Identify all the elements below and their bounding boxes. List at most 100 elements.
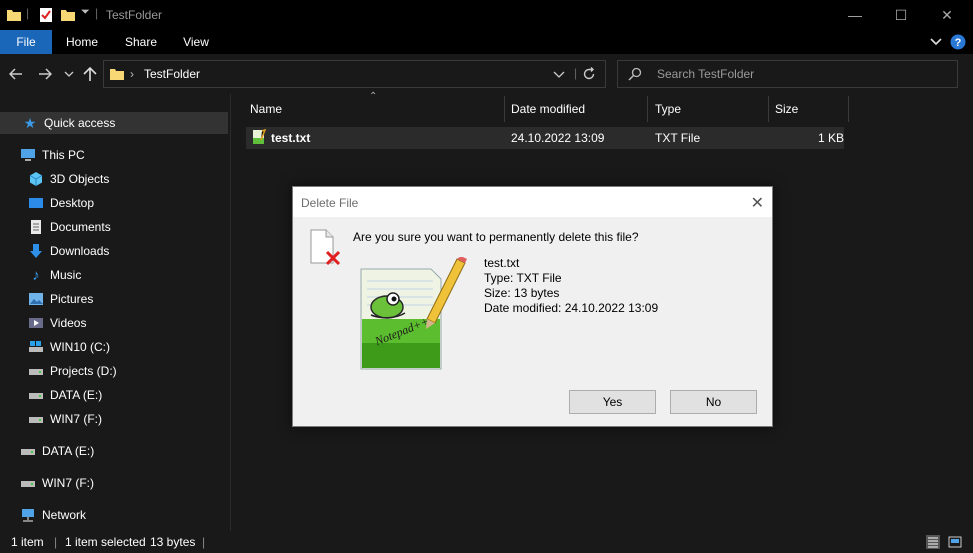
address-dropdown-icon[interactable] xyxy=(553,71,565,79)
sidebar-item-desktop[interactable]: Desktop xyxy=(28,192,94,214)
sidebar-item-quick-access[interactable]: ★ Quick access xyxy=(22,112,116,134)
sidebar-item-downloads[interactable]: Downloads xyxy=(28,240,109,262)
explorer-window: | ⏷ | TestFolder — ☐ ✕ File Home Share V… xyxy=(0,0,973,553)
sidebar-item-label: Videos xyxy=(50,316,87,330)
sidebar-item-label: DATA (E:) xyxy=(42,444,95,458)
file-type: TXT File xyxy=(655,131,701,145)
dialog-file-date: Date modified: 24.10.2022 13:09 xyxy=(484,301,659,315)
network-icon xyxy=(22,509,34,522)
sidebar-item-label: Desktop xyxy=(50,196,95,210)
sidebar-item-label: WIN10 (C:) xyxy=(50,340,110,354)
breadcrumb[interactable]: TestFolder xyxy=(144,67,200,81)
sidebar-item-music[interactable]: ♪ Music xyxy=(28,264,81,286)
sidebar-item-network[interactable]: Network xyxy=(20,504,86,526)
search-icon xyxy=(628,67,642,81)
folder-icon xyxy=(110,69,124,80)
new-folder-icon[interactable] xyxy=(60,7,76,23)
column-divider[interactable] xyxy=(768,96,769,122)
yes-button[interactable]: Yes xyxy=(569,390,656,414)
cube-icon xyxy=(29,172,43,186)
search-input[interactable]: Search TestFolder xyxy=(657,67,754,81)
divider: | xyxy=(202,535,206,549)
address-bar[interactable]: › TestFolder | xyxy=(103,60,606,88)
sidebar-item-win7-f[interactable]: WIN7 (F:) xyxy=(28,408,102,430)
no-button[interactable]: No xyxy=(670,390,757,414)
drive-icon xyxy=(29,417,43,423)
sidebar-item-win10-c[interactable]: WIN10 (C:) xyxy=(28,336,110,358)
title-bar: | ⏷ | TestFolder — ☐ ✕ xyxy=(0,0,973,30)
status-size: 13 bytes xyxy=(150,535,196,549)
pictures-icon xyxy=(29,293,43,305)
forward-arrow-icon[interactable] xyxy=(38,68,52,80)
sidebar-item-label: 3D Objects xyxy=(50,172,110,186)
column-header-date-modified[interactable]: Date modified xyxy=(511,96,585,122)
sidebar-item-data-e[interactable]: DATA (E:) xyxy=(28,384,102,406)
up-arrow-icon[interactable] xyxy=(83,66,97,82)
file-name[interactable]: test.txt xyxy=(271,131,310,145)
navigation-pane: ★ Quick access This PC 3D Objects Deskto… xyxy=(0,94,231,531)
sidebar-item-label: Downloads xyxy=(50,244,110,258)
tab-file[interactable]: File xyxy=(0,30,52,54)
search-box[interactable]: Search TestFolder xyxy=(617,60,958,88)
tab-home[interactable]: Home xyxy=(56,30,108,54)
column-divider[interactable] xyxy=(848,96,849,122)
dialog-close-icon[interactable]: ✕ xyxy=(751,193,764,213)
column-divider[interactable] xyxy=(504,96,505,122)
dialog-title-bar: Delete File ✕ xyxy=(293,187,772,217)
drive-icon xyxy=(21,449,35,455)
dialog-file-type: Type: TXT File xyxy=(484,271,562,285)
dialog-file-name: test.txt xyxy=(484,256,520,270)
sidebar-item-3d-objects[interactable]: 3D Objects xyxy=(28,168,109,190)
details-view-icon[interactable] xyxy=(926,535,940,549)
customize-toolbar-icon[interactable]: ⏷ xyxy=(81,6,90,19)
divider: | xyxy=(574,66,578,80)
sidebar-item-label: DATA (E:) xyxy=(50,388,103,402)
close-button[interactable]: ✕ xyxy=(924,0,970,30)
minimize-button[interactable]: — xyxy=(832,0,878,30)
sidebar-item-projects-d[interactable]: Projects (D:) xyxy=(28,360,117,382)
sidebar-item-label: Network xyxy=(42,508,87,522)
computer-icon xyxy=(21,149,35,161)
music-note-icon: ♪ xyxy=(32,266,40,284)
dialog-question: Are you sure you want to permanently del… xyxy=(353,230,639,244)
sidebar-item-label: Pictures xyxy=(50,292,94,306)
back-arrow-icon[interactable] xyxy=(9,68,23,80)
status-selected: 1 item selected xyxy=(65,535,146,549)
video-icon xyxy=(29,318,43,328)
large-icons-view-icon[interactable] xyxy=(948,535,962,549)
sidebar-item-videos[interactable]: Videos xyxy=(28,312,86,334)
breadcrumb-separator[interactable]: › xyxy=(130,67,134,81)
window-title: TestFolder xyxy=(106,8,163,22)
sidebar-item-label: WIN7 (F:) xyxy=(50,412,102,426)
column-divider[interactable] xyxy=(647,96,648,122)
divider: | xyxy=(26,6,30,20)
status-bar: 1 item | 1 item selected 13 bytes | xyxy=(0,531,973,553)
tab-view[interactable]: View xyxy=(172,30,220,54)
maximize-button[interactable]: ☐ xyxy=(878,0,924,30)
column-header-name[interactable]: Name xyxy=(250,96,282,122)
column-header-size[interactable]: Size xyxy=(775,96,798,122)
minimize-icon: — xyxy=(848,7,862,23)
sidebar-item-label: WIN7 (F:) xyxy=(42,476,94,490)
properties-icon[interactable] xyxy=(38,7,54,23)
ribbon-tabs: File Home Share View ? xyxy=(0,30,973,54)
refresh-icon[interactable] xyxy=(582,67,596,81)
drive-icon xyxy=(29,393,43,399)
desktop-icon xyxy=(29,198,43,208)
help-icon[interactable]: ? xyxy=(950,34,966,50)
folder-icon xyxy=(7,10,21,21)
document-icon xyxy=(31,220,41,234)
status-item-count: 1 item xyxy=(11,535,44,549)
tab-share[interactable]: Share xyxy=(114,30,168,54)
sidebar-item-pictures[interactable]: Pictures xyxy=(28,288,93,310)
sidebar-item-label: Quick access xyxy=(44,116,116,130)
divider: | xyxy=(54,535,58,549)
sidebar-item-documents[interactable]: Documents xyxy=(28,216,111,238)
expand-ribbon-icon[interactable] xyxy=(929,36,943,48)
sidebar-item-data-e-drive[interactable]: DATA (E:) xyxy=(20,440,94,462)
sidebar-item-this-pc[interactable]: This PC xyxy=(20,144,85,166)
column-header-type[interactable]: Type xyxy=(655,96,681,122)
recent-locations-icon[interactable] xyxy=(64,70,74,78)
notepad-file-icon xyxy=(253,129,267,144)
sidebar-item-win7-f-drive[interactable]: WIN7 (F:) xyxy=(20,472,94,494)
